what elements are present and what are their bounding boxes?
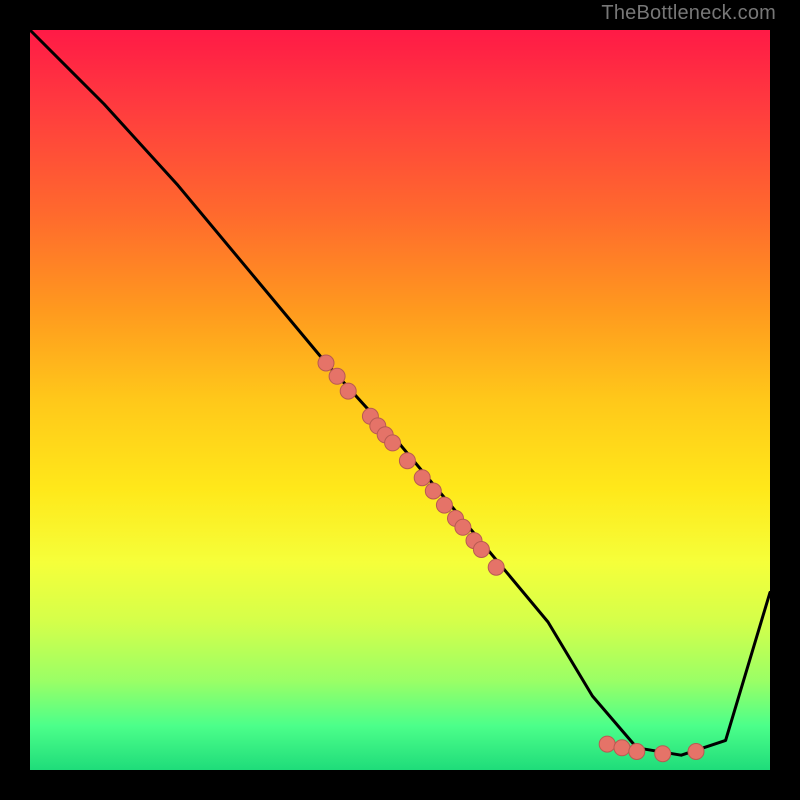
data-points-group — [318, 355, 704, 762]
chart-frame — [20, 20, 780, 780]
data-point-p7 — [385, 435, 401, 451]
data-point-p16 — [488, 559, 504, 575]
bottleneck-curve — [30, 30, 770, 755]
data-point-p8 — [399, 453, 415, 469]
data-point-p15 — [473, 542, 489, 558]
chart-plot-area — [30, 30, 770, 770]
data-point-p9 — [414, 470, 430, 486]
data-point-p13 — [455, 519, 471, 535]
data-point-p2 — [329, 368, 345, 384]
data-point-p1 — [318, 355, 334, 371]
data-point-p18 — [614, 740, 630, 756]
data-point-p17 — [599, 736, 615, 752]
data-point-p21 — [688, 744, 704, 760]
attribution-label: TheBottleneck.com — [601, 2, 776, 25]
data-point-p11 — [436, 497, 452, 513]
data-point-p10 — [425, 483, 441, 499]
data-point-p3 — [340, 383, 356, 399]
data-point-p20 — [655, 746, 671, 762]
data-point-p19 — [629, 744, 645, 760]
chart-overlay — [30, 30, 770, 770]
